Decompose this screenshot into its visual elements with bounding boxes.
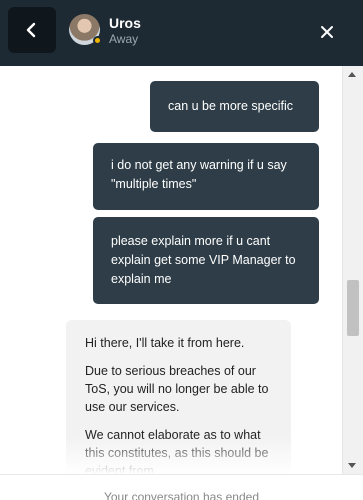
message-paragraph: Hi there, I'll take it from here. xyxy=(85,336,245,350)
message-text: can u be more specific xyxy=(168,99,294,113)
outgoing-message: i do not get any warning if u say "multi… xyxy=(93,143,319,210)
message-text: i do not get any warning if u say "multi… xyxy=(111,158,287,191)
message-paragraph: Due to serious breaches of our ToS, you … xyxy=(85,364,269,414)
scrollbar-thumb[interactable] xyxy=(347,280,359,336)
message-text: please explain more if u cant explain ge… xyxy=(111,234,296,286)
agent-name: Uros xyxy=(109,15,141,31)
scroll-up-arrow-icon[interactable] xyxy=(348,72,356,77)
scroll-down-arrow-icon[interactable] xyxy=(348,463,356,468)
conversation-ended-footer: Your conversation has ended xyxy=(0,474,363,500)
away-status-dot xyxy=(93,36,102,45)
chevron-left-icon xyxy=(26,22,36,38)
outgoing-message: please explain more if u cant explain ge… xyxy=(93,217,319,304)
agent-status: Away xyxy=(109,32,139,46)
close-icon xyxy=(321,26,333,38)
chat-header: Uros Away xyxy=(0,0,363,66)
scroll-fade xyxy=(0,436,342,474)
close-button[interactable] xyxy=(312,17,342,47)
conversation-ended-text: Your conversation has ended xyxy=(103,490,259,500)
outgoing-message: can u be more specific xyxy=(150,81,319,132)
avatar xyxy=(69,14,102,45)
back-button[interactable] xyxy=(8,7,56,53)
message-list[interactable]: can u be more specific i do not get any … xyxy=(0,66,342,474)
scrollbar[interactable] xyxy=(342,66,363,474)
